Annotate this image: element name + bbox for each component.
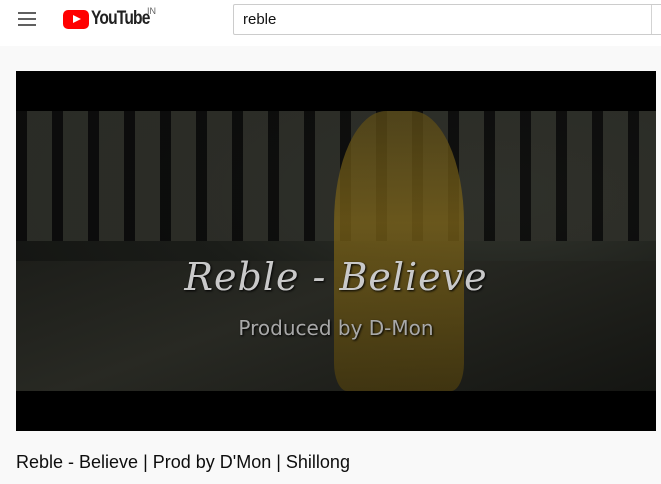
search-box[interactable] [233, 4, 661, 35]
video-thumbnail[interactable]: Reble - Believe Produced by D-Mon [16, 71, 656, 431]
hamburger-menu-icon [18, 12, 36, 14]
thumbnail-figure [334, 111, 464, 391]
search-divider [651, 5, 652, 34]
guide-menu-button[interactable] [10, 8, 46, 30]
masthead: YouTube IN [0, 0, 661, 46]
logo-region-code: IN [147, 6, 156, 16]
hamburger-menu-icon-bar [18, 24, 36, 26]
hamburger-menu-icon-bar [18, 18, 36, 20]
logo-wordmark: YouTube [91, 8, 150, 29]
thumbnail-overlay-title: Reble - Believe [184, 255, 488, 299]
thumbnail-scene: Reble - Believe Produced by D-Mon [16, 111, 656, 391]
youtube-logo-link[interactable]: YouTube IN [63, 6, 162, 30]
play-triangle-icon [73, 14, 81, 23]
video-title-link[interactable]: Reble - Believe | Prod by D'Mon | Shillo… [16, 452, 350, 473]
thumbnail-overlay-subtitle: Produced by D-Mon [238, 316, 434, 340]
search-input[interactable] [234, 5, 661, 34]
youtube-play-icon [63, 9, 89, 29]
